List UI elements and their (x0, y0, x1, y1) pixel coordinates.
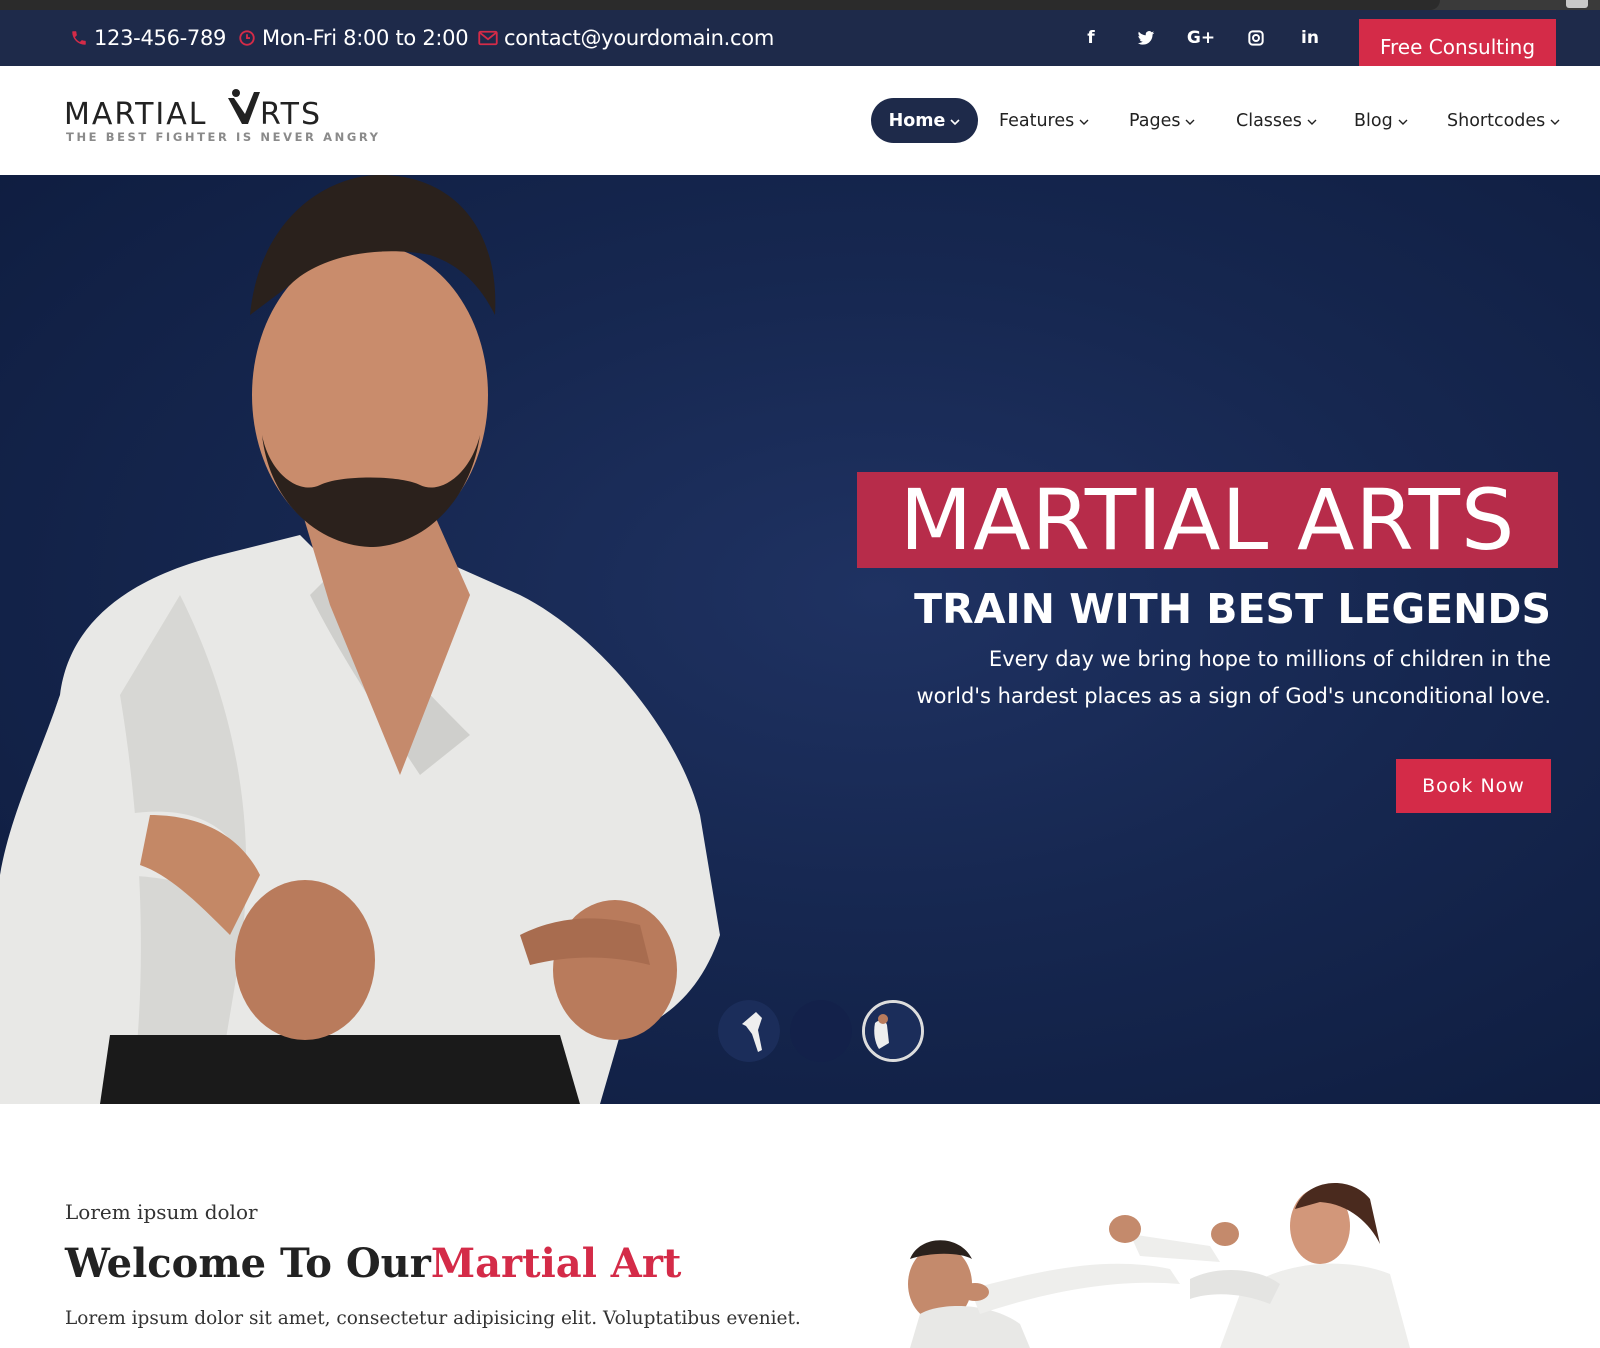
chevron-down-icon (1398, 111, 1408, 131)
email-info: contact@yourdomain.com (478, 10, 774, 66)
nav-classes[interactable]: Classes (1236, 98, 1317, 143)
facebook-glyph: f (1087, 28, 1095, 48)
chevron-down-icon (950, 111, 960, 131)
envelope-icon (478, 30, 498, 46)
karate-fighter-image (0, 175, 720, 1104)
welcome-title-accent: Martial Art (430, 1240, 682, 1287)
site-header: MARTIAL RTS THE BEST FIGHTER IS NEVER AN… (0, 66, 1600, 175)
site-logo[interactable]: MARTIAL RTS THE BEST FIGHTER IS NEVER AN… (64, 88, 378, 158)
twitter-icon[interactable] (1129, 10, 1163, 66)
welcome-kicker: Lorem ipsum dolor (65, 1200, 258, 1224)
browser-chrome (0, 0, 1600, 10)
google-plus-glyph: G+ (1186, 28, 1216, 48)
clock-icon (238, 29, 256, 47)
nav-blog[interactable]: Blog (1354, 98, 1408, 143)
welcome-title: Welcome To OurMartial Art (65, 1240, 681, 1287)
linkedin-icon[interactable]: in (1293, 10, 1327, 66)
nav-pages[interactable]: Pages (1129, 98, 1195, 143)
browser-tab-strip (0, 0, 1440, 10)
logo-tagline: THE BEST FIGHTER IS NEVER ANGRY (66, 130, 381, 144)
welcome-text: Lorem ipsum dolor sit amet, consectetur … (65, 1308, 801, 1329)
nav-pages-label: Pages (1129, 110, 1181, 131)
hero-subtitle: TRAIN WITH BEST LEGENDS (914, 585, 1551, 633)
nav-home-label: Home (888, 110, 946, 131)
nav-home[interactable]: Home (871, 98, 978, 143)
facebook-icon[interactable]: f (1074, 10, 1108, 66)
phone-icon (70, 29, 88, 47)
opening-hours: Mon-Fri 8:00 to 2:00 (262, 26, 469, 50)
nav-features-label: Features (999, 110, 1075, 131)
chevron-down-icon (1550, 111, 1560, 131)
logo-wordmark: MARTIAL RTS (64, 89, 322, 132)
slide-thumbnail-2[interactable] (790, 1000, 852, 1062)
hours-info: Mon-Fri 8:00 to 2:00 (238, 10, 469, 66)
nav-features[interactable]: Features (999, 98, 1089, 143)
chevron-down-icon (1079, 111, 1089, 131)
hero-title: MARTIAL ARTS (857, 471, 1558, 569)
slide-thumbnail-1[interactable] (718, 1000, 780, 1062)
instagram-icon[interactable] (1239, 10, 1273, 66)
sparring-image (908, 1182, 1410, 1348)
hero-description: Every day we bring hope to millions of c… (916, 647, 1551, 708)
email-address[interactable]: contact@yourdomain.com (504, 26, 774, 50)
welcome-title-main: Welcome To Our (65, 1240, 431, 1287)
chevron-down-icon (1185, 111, 1195, 131)
svg-text:MARTIAL: MARTIAL (64, 97, 207, 130)
top-info-bar: 123-456-789 Mon-Fri 8:00 to 2:00 contact… (0, 10, 1600, 75)
nav-classes-label: Classes (1236, 110, 1302, 131)
svg-text:RTS: RTS (260, 97, 322, 130)
phone-number[interactable]: 123-456-789 (94, 26, 226, 50)
nav-shortcodes[interactable]: Shortcodes (1447, 98, 1560, 143)
nav-blog-label: Blog (1354, 110, 1393, 131)
phone-info: 123-456-789 (70, 10, 226, 66)
welcome-section: Lorem ipsum dolor Welcome To OurMartial … (0, 1104, 1600, 1348)
chevron-down-icon (1307, 111, 1317, 131)
extension-icon[interactable] (1566, 0, 1588, 8)
google-plus-icon[interactable]: G+ (1184, 10, 1218, 66)
hero-slider: MARTIAL ARTS TRAIN WITH BEST LEGENDS Eve… (0, 175, 1600, 1104)
linkedin-glyph: in (1301, 28, 1319, 48)
book-now-button[interactable]: Book Now (1396, 759, 1551, 813)
nav-shortcodes-label: Shortcodes (1447, 110, 1546, 131)
slide-thumbnail-3[interactable] (862, 1000, 924, 1062)
